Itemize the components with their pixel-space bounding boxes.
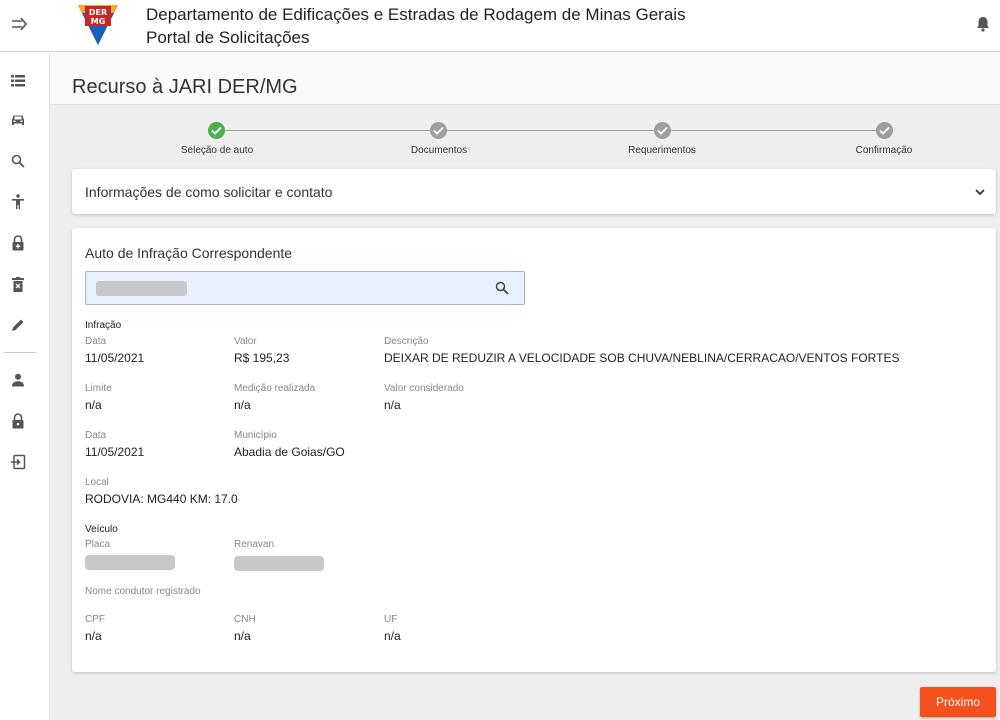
field-label: Local	[85, 477, 109, 488]
field-value: n/a	[85, 398, 102, 412]
step-pending-check-icon	[654, 122, 671, 139]
step-done-check-icon	[208, 122, 225, 139]
field-label: Valor considerado	[384, 383, 464, 394]
step-label-confirmacao: Confirmação	[855, 145, 913, 156]
field-label: Data	[85, 430, 107, 441]
section-veiculo: Veículo	[85, 524, 118, 535]
der-mg-logo: DER MG	[76, 3, 120, 47]
delete-icon[interactable]	[8, 274, 28, 294]
redacted-value	[85, 555, 175, 570]
field-value: R$ 195,23	[234, 351, 290, 365]
step-pending-check-icon	[876, 122, 893, 139]
top-bar: DER MG Departamento de Edificações e Est…	[0, 0, 1000, 52]
person-icon[interactable]	[8, 370, 28, 390]
step-label-documentos: Documentos	[410, 145, 468, 156]
field-value: 11/05/2021	[85, 351, 145, 365]
sidebar-divider	[4, 352, 36, 353]
infraction-card: Auto de Infração Correspondente Infração…	[72, 228, 996, 672]
field-value: 11/05/2021	[85, 445, 145, 459]
step-connector	[671, 130, 876, 131]
car-icon[interactable]	[8, 110, 28, 130]
field-label: Placa	[85, 539, 111, 550]
field-value: RODOVIA: MG440 KM: 17.0	[85, 492, 238, 506]
search-icon[interactable]	[8, 151, 28, 171]
field-value: n/a	[85, 629, 102, 643]
page-title: Recurso à JARI DER/MG	[72, 76, 298, 98]
field-label: CNH	[234, 614, 256, 625]
lock-icon[interactable]	[8, 411, 28, 431]
field-value: DEIXAR DE REDUZIR A VELOCIDADE SOB CHUVA…	[384, 351, 900, 365]
field-label: Município	[234, 430, 277, 441]
step-pending-check-icon	[430, 122, 447, 139]
card-title: Auto de Infração Correspondente	[85, 245, 293, 261]
svg-text:MG: MG	[91, 17, 106, 26]
infraction-search-input[interactable]	[85, 271, 525, 305]
list-icon[interactable]	[8, 71, 28, 91]
redacted-value	[96, 281, 187, 296]
field-value: n/a	[384, 398, 401, 412]
field-value: n/a	[234, 398, 251, 412]
header-title: Departamento de Edificações e Estradas d…	[146, 5, 686, 24]
field-label: UF	[384, 614, 398, 625]
field-label: Valor	[234, 336, 257, 347]
field-label: Renavan	[234, 539, 275, 550]
accordion-title: Informações de como solicitar e contato	[85, 184, 333, 200]
step-connector	[446, 130, 655, 131]
step-label-selecao: Seleção de auto	[180, 145, 254, 156]
field-label: Limite	[85, 383, 112, 394]
field-value: n/a	[384, 629, 401, 643]
menu-toggle-arrow-icon[interactable]	[10, 17, 30, 37]
bell-icon[interactable]	[976, 16, 992, 34]
sidebar	[0, 53, 50, 720]
next-button[interactable]: Próximo	[920, 687, 996, 717]
field-label: Nome condutor registrado	[85, 586, 201, 597]
redacted-value	[234, 556, 324, 571]
step-connector	[225, 130, 430, 131]
title-divider	[50, 104, 1000, 105]
info-accordion[interactable]: Informações de como solicitar e contato	[72, 169, 996, 214]
chevron-down-icon[interactable]	[974, 185, 986, 197]
step-label-requerimentos: Requerimentos	[628, 145, 696, 156]
section-infracao: Infração	[85, 320, 122, 331]
field-label: CPF	[85, 614, 105, 625]
field-label: Data	[85, 336, 107, 347]
login-icon[interactable]	[8, 452, 28, 472]
search-icon[interactable]	[495, 281, 510, 296]
svg-text:DER: DER	[89, 8, 107, 17]
field-value: n/a	[234, 629, 251, 643]
pencil-icon[interactable]	[8, 315, 28, 335]
accessibility-icon[interactable]	[8, 192, 28, 212]
lock-plus-icon[interactable]	[8, 233, 28, 253]
field-value: Abadia de Goias/GO	[234, 445, 345, 459]
field-label: Descrição	[384, 336, 429, 347]
header-subtitle: Portal de Solicitações	[146, 28, 310, 47]
field-label: Medição realizada	[234, 383, 316, 394]
